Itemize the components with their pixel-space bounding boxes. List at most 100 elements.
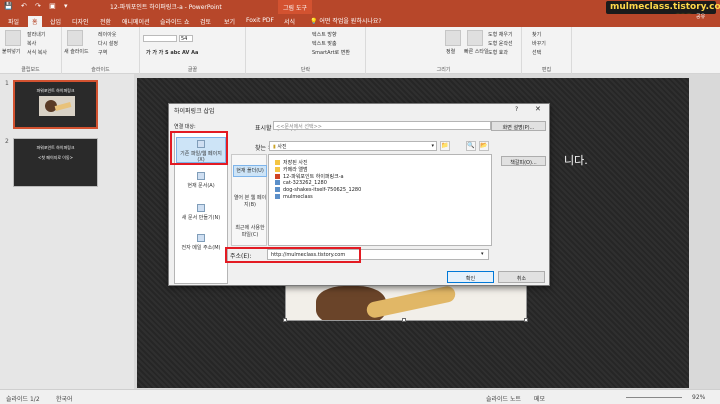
link-new-document-button[interactable]: 새 문서 만들기(N) bbox=[176, 204, 226, 228]
comments-button[interactable]: 메모 bbox=[534, 394, 545, 403]
font-name-box[interactable] bbox=[143, 35, 177, 42]
tab-home[interactable]: 홈 bbox=[28, 16, 42, 27]
section-button[interactable]: 구역 bbox=[98, 49, 107, 56]
quick-styles-icon[interactable] bbox=[467, 30, 483, 46]
link-to-item-label: 현재 문서(A) bbox=[187, 183, 215, 189]
layout-button[interactable]: 레이아웃 bbox=[98, 31, 116, 38]
dialog-title: 하이퍼링크 삽입 bbox=[174, 108, 215, 115]
zoom-level[interactable]: 92% bbox=[692, 394, 705, 401]
shape-effects-button[interactable]: 도형 효과 bbox=[488, 49, 508, 56]
tab-animations[interactable]: 애니메이션 bbox=[118, 16, 154, 27]
language-indicator[interactable]: 한국어 bbox=[56, 394, 73, 403]
look-in-select[interactable]: ▮ 사진 ▾ bbox=[269, 141, 437, 151]
tab-file[interactable]: 파일 bbox=[4, 16, 23, 27]
link-current-document-button[interactable]: 현재 문서(A) bbox=[176, 172, 226, 196]
font-size-box[interactable]: 54 bbox=[179, 35, 193, 42]
slide-photo[interactable] bbox=[285, 283, 527, 321]
help-icon[interactable]: ? bbox=[515, 106, 518, 113]
ribbon-tabs: 파일 홈 삽입 디자인 전환 애니메이션 슬라이드 쇼 검토 보기 Foxit … bbox=[0, 14, 720, 27]
editing-group: 찾기 바꾸기 선택 편집 bbox=[522, 27, 572, 74]
paragraph-group: 텍스트 방향 텍스트 맞춤 SmartArt로 변환 단락 bbox=[246, 27, 366, 74]
display-text-field[interactable]: <<문서에서 선택>> bbox=[273, 121, 491, 130]
cut-button[interactable]: 잘라내기 bbox=[27, 31, 45, 38]
current-folder-tab[interactable]: 현재 폴더(U) bbox=[233, 165, 267, 177]
link-email-button[interactable]: 전자 메일 주소(M) bbox=[176, 234, 226, 258]
image-file-icon bbox=[275, 194, 280, 199]
clipboard-group: 붙여넣기 잘라내기 복사 서식 복사 클립보드 bbox=[0, 27, 62, 74]
tab-format[interactable]: 서식 bbox=[280, 16, 299, 27]
arrange-button[interactable]: 정렬 bbox=[446, 48, 455, 55]
close-icon[interactable]: ✕ bbox=[535, 105, 541, 113]
chevron-down-icon[interactable]: ▾ bbox=[481, 251, 484, 257]
shape-outline-button[interactable]: 도형 윤곽선 bbox=[488, 40, 513, 47]
list-item[interactable]: mulmeclass bbox=[275, 194, 313, 200]
tab-transitions[interactable]: 전환 bbox=[96, 16, 115, 27]
list-item[interactable]: dog-shakes-itself-750625_1280 bbox=[275, 187, 361, 193]
thumbnail-number: 2 bbox=[5, 138, 9, 145]
smartart-button[interactable]: SmartArt로 변환 bbox=[312, 49, 350, 56]
replace-button[interactable]: 바꾸기 bbox=[532, 40, 546, 47]
resize-handle[interactable] bbox=[402, 318, 406, 322]
font-group-label: 글꼴 bbox=[187, 67, 198, 73]
insert-hyperlink-dialog: 하이퍼링크 삽입 ? ✕ 연결 대상: 기존 파일/웹 페이지(X) 현재 문서… bbox=[168, 103, 550, 286]
slide-thumbnail-1[interactable]: 파워포인트 하이퍼링크 bbox=[13, 80, 98, 129]
thumbnail-number: 1 bbox=[5, 80, 9, 87]
ok-button[interactable]: 확인 bbox=[447, 271, 494, 283]
resize-handle[interactable] bbox=[524, 318, 528, 322]
bold-button[interactable]: 가 가 가 S abc AV Aa bbox=[146, 49, 198, 56]
shape-fill-button[interactable]: 도형 채우기 bbox=[488, 31, 513, 38]
copy-button[interactable]: 복사 bbox=[27, 40, 36, 47]
find-button[interactable]: 찾기 bbox=[532, 31, 541, 38]
recent-files-tab[interactable]: 최근에 사용한 파일(C) bbox=[233, 225, 267, 241]
browsed-pages-tab[interactable]: 열어 본 웹 페이지(B) bbox=[233, 195, 267, 211]
thumbnail-photo bbox=[39, 96, 75, 116]
document-icon bbox=[197, 172, 205, 180]
slide-thumbnail-2[interactable]: 파워포인트 하이퍼링크 <첫 페이지로 이동> bbox=[13, 138, 98, 187]
share-button[interactable]: 공유 bbox=[696, 13, 705, 20]
list-item[interactable]: 12-파워포인트 하이퍼링크-a bbox=[275, 173, 344, 180]
list-item[interactable]: 저장된 사진 bbox=[275, 159, 308, 166]
notes-button[interactable]: 슬라이드 노트 bbox=[486, 394, 521, 403]
email-icon bbox=[197, 234, 205, 242]
photo-roll bbox=[365, 284, 457, 320]
list-item[interactable]: cat-323262_1280 bbox=[275, 180, 327, 186]
text-direction-button[interactable]: 텍스트 방향 bbox=[312, 31, 337, 38]
browse-file-icon[interactable]: 📂 bbox=[479, 141, 489, 151]
screentip-button[interactable]: 화면 설명(P)... bbox=[491, 121, 546, 131]
tab-insert[interactable]: 삽입 bbox=[46, 16, 65, 27]
new-slide-button[interactable]: 새 슬라이드 bbox=[64, 48, 89, 55]
tab-review[interactable]: 검토 bbox=[196, 16, 215, 27]
arrange-icon[interactable] bbox=[445, 30, 461, 46]
lightbulb-icon: 💡 bbox=[310, 18, 320, 25]
align-text-button[interactable]: 텍스트 맞춤 bbox=[312, 40, 337, 47]
tab-foxit-pdf[interactable]: Foxit PDF bbox=[242, 16, 278, 27]
quick-access-toolbar[interactable]: 💾 ↶ ↷ ▣ ▾ bbox=[4, 2, 70, 10]
link-to-label: 연결 대상: bbox=[174, 124, 196, 130]
cancel-button[interactable]: 취소 bbox=[498, 271, 545, 283]
slide-text[interactable]: 니다. bbox=[564, 152, 588, 168]
reset-button[interactable]: 다시 설정 bbox=[98, 40, 118, 47]
document-title: 12-파워포인트 하이퍼링크-a - PowerPoint bbox=[110, 4, 222, 11]
quick-styles-button[interactable]: 빠른 스타일 bbox=[464, 48, 489, 55]
list-item[interactable]: 카메라 앨범 bbox=[275, 166, 308, 173]
editing-group-label: 편집 bbox=[541, 67, 552, 73]
resize-handle[interactable] bbox=[283, 318, 287, 322]
tab-slideshow[interactable]: 슬라이드 쇼 bbox=[156, 16, 194, 27]
format-painter-button[interactable]: 서식 복사 bbox=[27, 49, 47, 56]
link-to-item-label: 새 문서 만들기(N) bbox=[181, 215, 221, 221]
tell-me-text: 어떤 작업을 원하시나요? bbox=[319, 18, 382, 25]
chevron-down-icon: ▾ bbox=[431, 143, 434, 149]
tab-view[interactable]: 보기 bbox=[220, 16, 239, 27]
paste-icon[interactable] bbox=[5, 30, 21, 46]
select-button[interactable]: 선택 bbox=[532, 49, 541, 56]
browse-nav-pane: 현재 폴더(U) 열어 본 웹 페이지(B) 최근에 사용한 파일(C) bbox=[231, 154, 267, 246]
browse-web-icon[interactable]: 🔍 bbox=[466, 141, 476, 151]
ribbon: 붙여넣기 잘라내기 복사 서식 복사 클립보드 새 슬라이드 레이아웃 다시 설… bbox=[0, 27, 720, 74]
zoom-slider[interactable] bbox=[626, 397, 682, 398]
paste-button[interactable]: 붙여넣기 bbox=[2, 48, 20, 55]
up-folder-icon[interactable]: 📁 bbox=[440, 141, 450, 151]
tell-me-box[interactable]: 💡 어떤 작업을 원하시나요? bbox=[310, 16, 382, 25]
bookmark-button[interactable]: 책갈피(O)... bbox=[501, 156, 546, 166]
new-slide-icon[interactable] bbox=[67, 30, 83, 46]
tab-design[interactable]: 디자인 bbox=[68, 16, 93, 27]
